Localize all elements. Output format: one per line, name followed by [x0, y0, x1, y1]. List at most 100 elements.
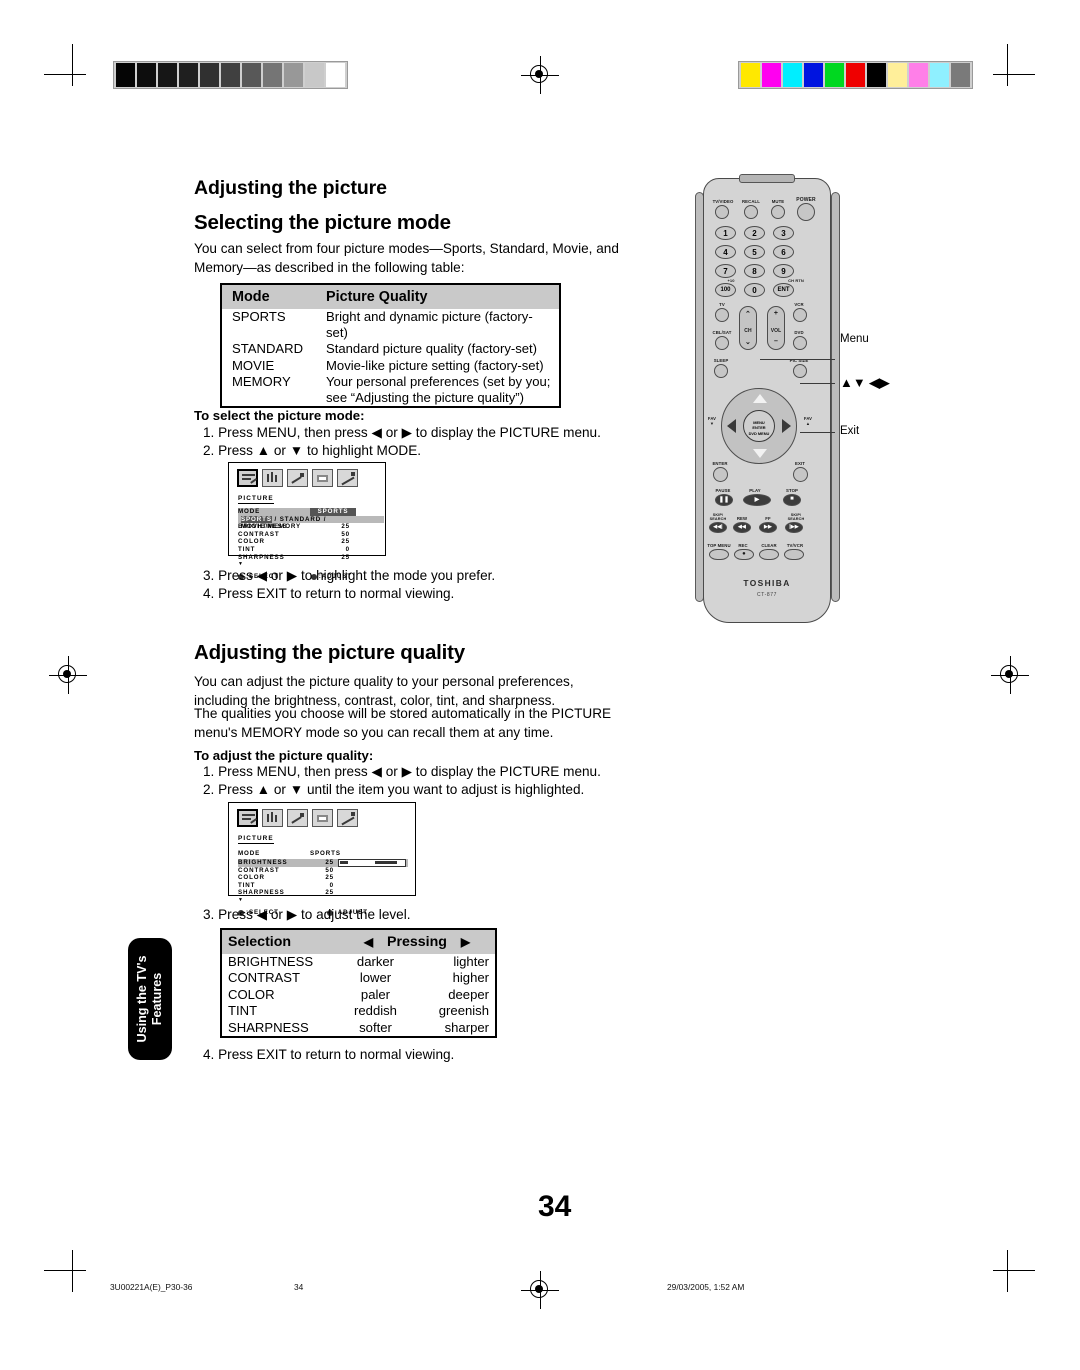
- osd2-row-mode[interactable]: MODE SPORTS: [238, 850, 415, 859]
- remote-button-exit[interactable]: [793, 467, 808, 482]
- remote-key-0[interactable]: 0: [744, 283, 765, 297]
- remote-button-top-menu[interactable]: [709, 549, 729, 560]
- remote-dpad-down-icon[interactable]: [753, 449, 767, 458]
- osd-row-value: 25: [341, 523, 350, 531]
- osd2-row-color[interactable]: COLOR 25: [238, 874, 408, 882]
- remote-button-cbl-sat[interactable]: [715, 336, 729, 350]
- color-bar-5: [846, 63, 865, 87]
- osd-channel-icon[interactable]: [337, 469, 358, 487]
- remote-button-tv-vcr[interactable]: [784, 549, 804, 560]
- remote-channel-down-icon: ⌄: [745, 339, 751, 346]
- step-3-adjust-quality: 3. Press ◀ or ▶ to adjust the level.: [203, 907, 411, 922]
- remote-label-fav-down: FAV ▼: [707, 416, 717, 426]
- color-bar-6: [867, 63, 886, 87]
- remote-button-mute[interactable]: [771, 205, 785, 219]
- selection-pressing-table: Selection ◀ Pressing ▶ BRIGHTNESS darker l…: [220, 928, 497, 1039]
- osd-row-sharpness[interactable]: SHARPNESS 25: [238, 554, 385, 562]
- remote-key-100[interactable]: 100: [715, 283, 736, 297]
- color-bar-8: [909, 63, 928, 87]
- table-cell-mode: SPORTS: [232, 309, 286, 324]
- remote-button-clear[interactable]: [759, 549, 779, 560]
- side-tab-line1: Using the TV's: [135, 955, 149, 1043]
- osd-picture-icon[interactable]: [237, 469, 258, 487]
- table-cell-right-effect: lighter: [453, 954, 489, 969]
- remote-dpad-left-icon[interactable]: [727, 419, 736, 433]
- remote-button-menu-enter[interactable]: MENU ENTER DVD MENU: [743, 410, 775, 442]
- osd-setup-icon[interactable]: [287, 469, 308, 487]
- remote-key-4[interactable]: 4: [715, 245, 736, 259]
- table-cell-quality: Bright and dynamic picture (factory-set): [326, 309, 533, 341]
- osd-row-label: COLOR: [238, 538, 265, 546]
- table-cell-left-effect: darker: [356, 954, 395, 969]
- remote-key-3[interactable]: 3: [773, 226, 794, 240]
- osd-audio-icon[interactable]: [262, 469, 283, 487]
- remote-key-2[interactable]: 2: [744, 226, 765, 240]
- remote-label-plus10: +10: [727, 278, 735, 283]
- remote-label-stop: STOP: [785, 488, 799, 493]
- remote-label-clear: CLEAR: [761, 543, 777, 548]
- remote-brand-logo: TOSHIBA: [743, 578, 791, 588]
- remote-button-recall[interactable]: [744, 205, 758, 219]
- callout-label-exit: Exit: [840, 425, 860, 437]
- grayscale-calibration-bar: [113, 61, 348, 89]
- osd2-channel-icon[interactable]: [337, 809, 358, 827]
- remote-key-1[interactable]: 1: [715, 226, 736, 240]
- gray-bar-2: [158, 63, 177, 87]
- remote-label-ff: FF: [765, 516, 771, 521]
- remote-key-8[interactable]: 8: [744, 264, 765, 278]
- gray-bar-4: [200, 63, 219, 87]
- table-header-picture-quality: Picture Quality: [316, 284, 560, 309]
- color-bar-10: [951, 63, 970, 87]
- table-row: MEMORY Your personal preferences (set by …: [221, 374, 560, 407]
- remote-dpad-right-icon[interactable]: [782, 419, 791, 433]
- osd2-row-contrast[interactable]: CONTRAST 50: [238, 867, 408, 875]
- osd-row-brightness[interactable]: BRIGHTNESS 25: [238, 523, 385, 531]
- osd-lock-icon[interactable]: [312, 469, 333, 487]
- gray-bar-8: [284, 63, 303, 87]
- remote-button-tv[interactable]: [715, 308, 729, 322]
- remote-key-6[interactable]: 6: [773, 245, 794, 259]
- table-cell-selection: TINT: [228, 1003, 258, 1019]
- osd2-lock-icon[interactable]: [312, 809, 333, 827]
- gray-bar-6: [242, 63, 261, 87]
- osd-row-mode[interactable]: MODE SPORTS: [238, 508, 385, 516]
- crop-mark-top-left-v: [72, 44, 73, 86]
- osd2-audio-icon[interactable]: [262, 809, 283, 827]
- remote-button-vcr[interactable]: [793, 308, 807, 322]
- remote-label-ch-rtn: CH RTN: [788, 278, 804, 283]
- remote-button-enter[interactable]: [713, 467, 728, 482]
- table-cell-mode: STANDARD: [232, 341, 304, 357]
- remote-key-5[interactable]: 5: [744, 245, 765, 259]
- osd-row-color[interactable]: COLOR 25: [238, 538, 385, 546]
- remote-play-icon: ▶: [754, 497, 760, 503]
- osd-row-contrast[interactable]: CONTRAST 50: [238, 531, 385, 539]
- remote-key-9[interactable]: 9: [773, 264, 794, 278]
- osd2-picture-icon[interactable]: [237, 809, 258, 827]
- side-tab-line2: Features: [150, 972, 164, 1026]
- table-cell-selection: BRIGHTNESS: [228, 954, 314, 969]
- osd2-row-brightness[interactable]: BRIGHTNESS 25: [238, 859, 408, 867]
- remote-key-7[interactable]: 7: [715, 264, 736, 278]
- osd2-row-label: TINT: [238, 881, 256, 889]
- osd2-row-tint[interactable]: TINT 0: [238, 882, 408, 890]
- osd2-setup-icon[interactable]: [287, 809, 308, 827]
- remote-button-sleep[interactable]: [714, 364, 728, 378]
- remote-volume-down-icon: –: [774, 338, 778, 345]
- remote-key-ent[interactable]: ENT: [773, 283, 794, 297]
- remote-button-tv-video[interactable]: [715, 205, 729, 219]
- osd2-row-sharpness[interactable]: SHARPNESS 25: [238, 889, 408, 897]
- remote-button-pic-size[interactable]: [793, 364, 807, 378]
- remote-button-power[interactable]: [797, 203, 815, 221]
- remote-dpad-up-icon[interactable]: [753, 394, 767, 403]
- registration-mark-right: [991, 656, 1029, 694]
- remote-button-dvd[interactable]: [793, 336, 807, 350]
- osd-row-value: 25: [341, 553, 350, 561]
- osd2-row-label: CONTRAST: [238, 866, 280, 874]
- osd-row-tint[interactable]: TINT 0: [238, 546, 385, 554]
- table-cell-right-effect: greenish: [438, 1003, 489, 1019]
- remote-label-recall: RECALL: [741, 199, 761, 204]
- crop-mark-top-right-h: [993, 74, 1035, 75]
- remote-label-top-menu: TOP MENU: [707, 543, 731, 548]
- color-bar-2: [783, 63, 802, 87]
- color-calibration-bar: [738, 61, 973, 89]
